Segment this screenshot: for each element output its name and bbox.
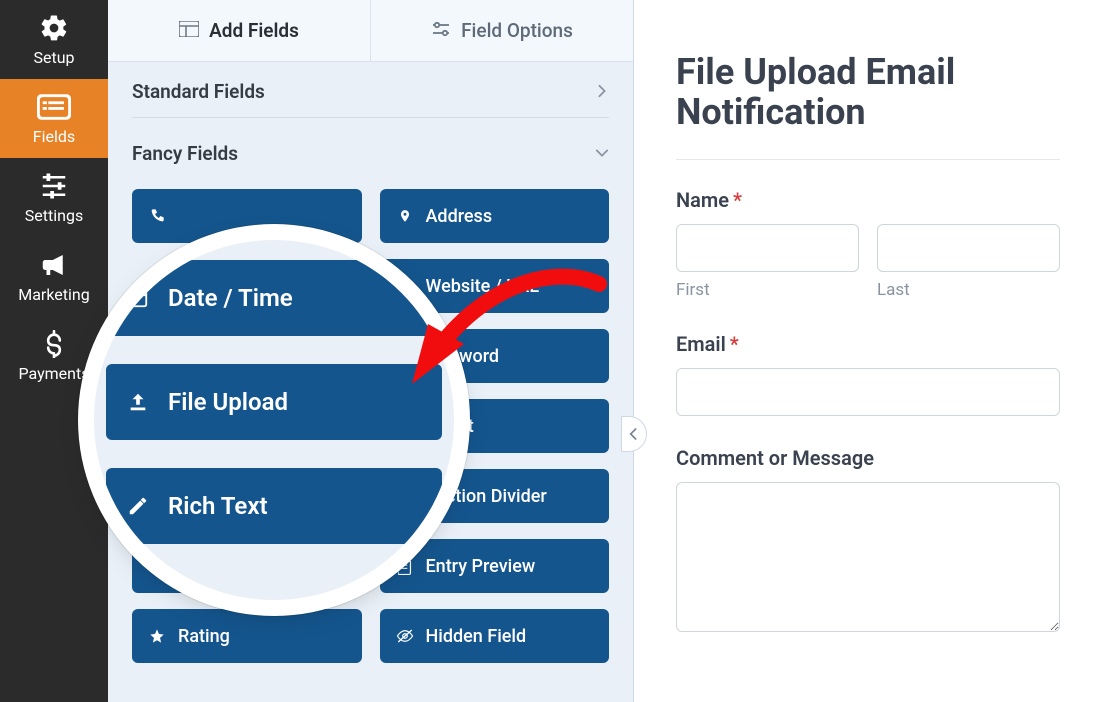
tile-label: Hidden Field: [426, 626, 527, 647]
sidebar-item-settings[interactable]: Settings: [0, 158, 108, 237]
grid-icon: [179, 19, 199, 42]
group-standard-fields[interactable]: Standard Fields: [132, 62, 609, 117]
sidebar-item-marketing[interactable]: Marketing: [0, 237, 108, 316]
fields-panel: Add Fields Field Options Standard Fields…: [108, 0, 634, 702]
sidebar-item-payments[interactable]: Payments: [0, 316, 108, 395]
label-email: Email*: [676, 332, 1060, 356]
tile-label: Section Divider: [426, 486, 547, 507]
tile-label: Layout: [396, 416, 474, 437]
sidebar-item-label: Settings: [25, 206, 83, 225]
label-name: Name*: [676, 188, 1060, 212]
link-icon: [396, 277, 414, 295]
tile-label: Rating: [178, 626, 230, 647]
star-icon: [148, 627, 166, 645]
tile-label: Password: [396, 346, 500, 367]
field-tile-html[interactable]: HTML: [132, 539, 362, 593]
form-preview: File Upload Email Notification Name* Fir…: [634, 0, 1116, 702]
eye-off-icon: [396, 627, 414, 645]
field-tile-phone[interactable]: Phone: [132, 189, 362, 243]
bullhorn-icon: [37, 251, 71, 279]
sidebar-item-label: Fields: [33, 127, 75, 146]
sliders-icon: [37, 172, 71, 200]
sidebar-item-fields[interactable]: Fields: [0, 79, 108, 158]
chevron-right-icon: [595, 80, 609, 103]
sidebar-item-label: Payments: [18, 364, 89, 383]
chevron-down-icon: [595, 142, 609, 165]
tab-add-fields[interactable]: Add Fields: [108, 0, 370, 61]
tab-label: Field Options: [461, 19, 573, 42]
sublabel-first: First: [676, 280, 859, 300]
gear-icon: [37, 14, 71, 42]
field-tile-entry-preview[interactable]: Entry Preview: [380, 539, 610, 593]
field-tile-hidden[interactable]: Hidden Field: [380, 609, 610, 663]
pin-icon: [396, 207, 414, 225]
input-email[interactable]: [676, 368, 1060, 416]
document-icon: [396, 557, 414, 575]
required-indicator: *: [733, 188, 742, 212]
textarea-comment[interactable]: [676, 482, 1060, 632]
tab-field-options[interactable]: Field Options: [370, 0, 633, 61]
tile-label: HTML: [178, 556, 227, 577]
code-icon: [148, 557, 166, 575]
dollar-icon: [37, 330, 71, 358]
label-comment: Comment or Message: [676, 446, 1060, 470]
tile-label: Entry Preview: [426, 556, 536, 577]
form-title: File Upload Email Notification: [676, 52, 1060, 133]
sliders-icon: [431, 19, 451, 42]
field-tile-url[interactable]: Website / URL: [380, 259, 610, 313]
field-tile-password[interactable]: Password: [380, 329, 610, 383]
field-tile-rating[interactable]: Rating: [132, 609, 362, 663]
builder-sidebar: Setup Fields Settings Marketing Payments: [0, 0, 108, 702]
sidebar-item-label: Setup: [33, 48, 74, 67]
sidebar-item-label: Marketing: [18, 285, 89, 304]
tile-label: Address: [426, 206, 493, 227]
field-tile-layout[interactable]: Layout: [380, 399, 610, 453]
input-first-name[interactable]: [676, 224, 859, 272]
list-icon: [37, 93, 71, 121]
field-tile-section-divider[interactable]: Section Divider: [380, 469, 610, 523]
tab-label: Add Fields: [209, 19, 299, 42]
group-label: Fancy Fields: [132, 142, 238, 165]
fields-grid: Phone Address Date / Time Website / URL …: [132, 179, 609, 663]
required-indicator: *: [730, 332, 739, 356]
divider-icon: [396, 487, 414, 505]
phone-icon: [148, 207, 166, 225]
sublabel-last: Last: [877, 280, 1060, 300]
panel-tabs: Add Fields Field Options: [108, 0, 633, 62]
field-tile-address[interactable]: Address: [380, 189, 610, 243]
tile-label: Website / URL: [426, 276, 540, 297]
input-last-name[interactable]: [877, 224, 1060, 272]
group-label: Standard Fields: [132, 80, 265, 103]
sidebar-item-setup[interactable]: Setup: [0, 0, 108, 79]
group-fancy-fields[interactable]: Fancy Fields: [132, 124, 609, 179]
